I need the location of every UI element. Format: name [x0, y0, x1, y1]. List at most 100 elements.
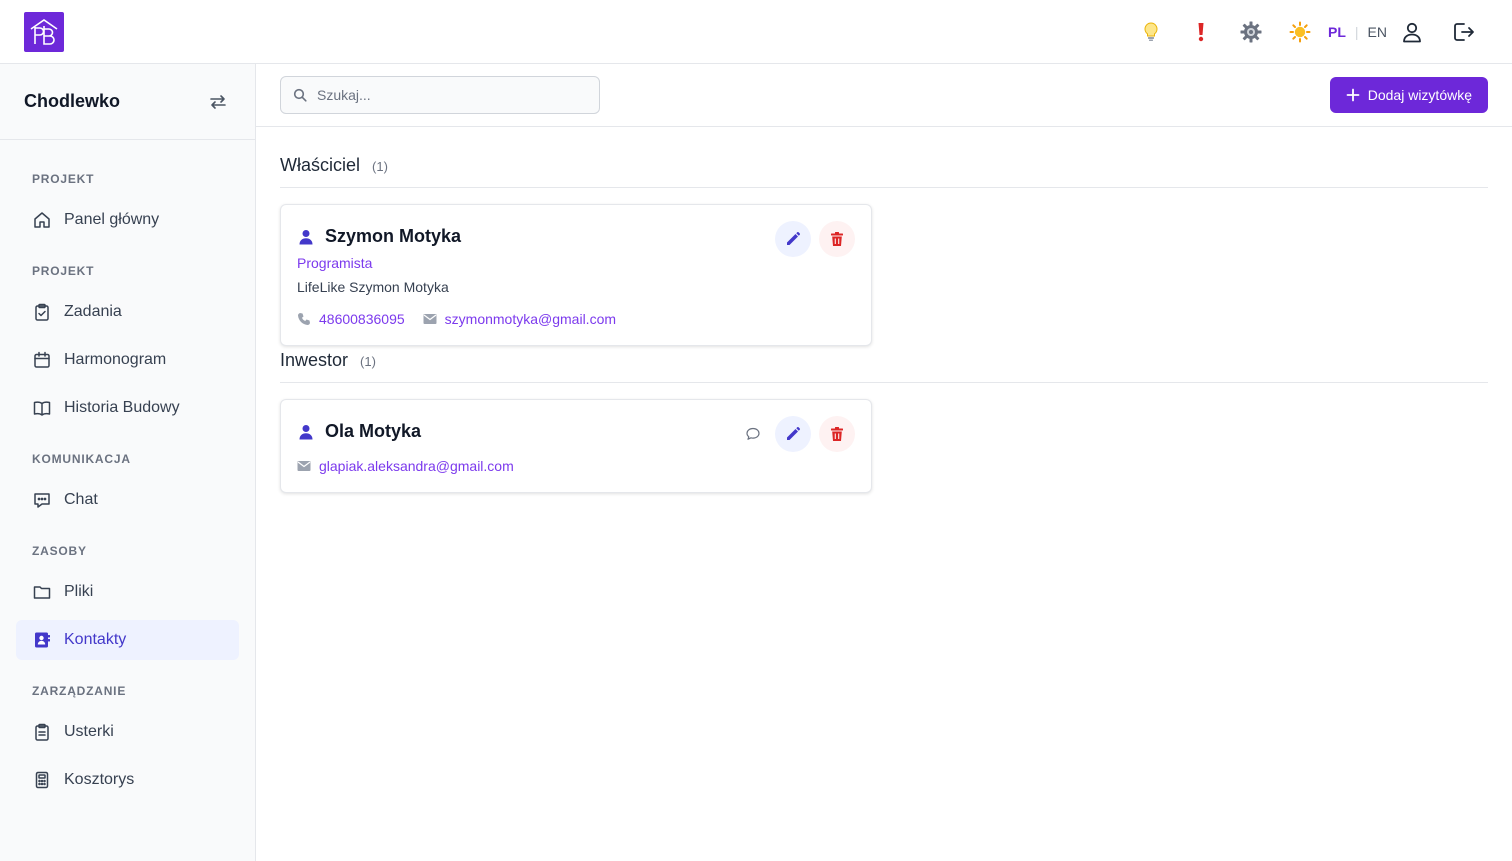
sun-icon — [1289, 21, 1311, 43]
search-icon — [293, 88, 307, 102]
trash-icon — [831, 232, 843, 246]
calendar-icon — [32, 350, 52, 370]
contact-name: Szymon Motyka — [325, 226, 462, 246]
contact-name-row: Szymon Motyka — [297, 226, 461, 247]
group-count: (1) — [372, 159, 388, 174]
language-switch: PL | EN — [1328, 22, 1387, 42]
sidebar-item-label: Historia Budowy — [64, 399, 180, 416]
logout-button[interactable] — [1448, 16, 1480, 48]
pencil-icon — [787, 427, 800, 440]
chat-bubble-icon — [746, 427, 760, 440]
sidebar-item-label: Zadania — [64, 303, 122, 320]
envelope-icon — [297, 461, 311, 471]
switch-project-button[interactable] — [209, 93, 227, 111]
project-header: Chodlewko — [0, 64, 255, 140]
address-book-icon — [32, 630, 52, 650]
contacts-toolbar: Dodaj wizytówkę — [256, 64, 1512, 127]
clipboard-list-icon — [32, 722, 52, 742]
person-icon — [299, 229, 313, 244]
section-label-zasoby: ZASOBY — [32, 544, 87, 558]
sidebar-item-label: Panel główny — [64, 211, 160, 228]
section-label-zarzadzanie: ZARZĄDZANIE — [32, 684, 127, 698]
sidebar-item-label: Pliki — [64, 583, 94, 600]
lang-pl-option[interactable]: PL — [1328, 22, 1346, 42]
sidebar-item-label: Kontakty — [64, 631, 127, 648]
logout-icon — [1454, 23, 1474, 41]
contact-email-link[interactable]: glapiak.aleksandra@gmail.com — [319, 458, 514, 474]
add-card-label: Dodaj wizytówkę — [1367, 87, 1472, 103]
sidebar-item-chat[interactable]: Chat — [16, 480, 239, 520]
sidebar-item-label: Kosztorys — [64, 771, 135, 788]
contact-role: Programista — [297, 255, 373, 271]
app-logo[interactable] — [24, 12, 64, 52]
envelope-icon — [423, 314, 437, 324]
contact-details: 48600836095 szymonmotyka@gmail.com — [297, 311, 616, 327]
contact-card: Szymon Motyka Programista LifeLike Szymo… — [280, 204, 872, 346]
folder-icon — [32, 582, 52, 602]
tips-button[interactable] — [1135, 16, 1167, 48]
trash-icon — [831, 427, 843, 441]
lang-separator: | — [1354, 24, 1359, 40]
group-header-inwestor: Inwestor (1) — [280, 350, 1488, 383]
email-entry: szymonmotyka@gmail.com — [423, 311, 616, 327]
calculator-icon — [32, 770, 52, 790]
logo-icon — [30, 19, 58, 45]
contact-name: Ola Motyka — [325, 421, 422, 441]
phone-icon — [298, 313, 310, 325]
exclamation-icon — [1198, 23, 1204, 42]
sidebar-item-label: Usterki — [64, 723, 114, 740]
sidebar-item-label: Harmonogram — [64, 351, 167, 368]
switch-arrows-icon — [210, 94, 226, 109]
settings-button[interactable] — [1235, 16, 1267, 48]
home-icon — [32, 210, 52, 230]
profile-button[interactable] — [1396, 16, 1428, 48]
book-open-icon — [32, 398, 52, 418]
group-title: Inwestor — [280, 350, 349, 370]
sidebar-item-kosztorys[interactable]: Kosztorys — [16, 760, 239, 800]
search-box[interactable] — [280, 76, 600, 114]
email-entry: glapiak.aleksandra@gmail.com — [297, 458, 514, 474]
edit-contact-button[interactable] — [775, 221, 811, 257]
gear-icon — [1240, 21, 1262, 43]
edit-contact-button[interactable] — [775, 416, 811, 452]
lang-en-option[interactable]: EN — [1368, 22, 1387, 42]
delete-contact-button[interactable] — [819, 221, 855, 257]
contact-card: Ola Motyka glapiak.aleksandra@gmail.com — [280, 399, 872, 493]
lightbulb-icon — [1144, 22, 1158, 41]
sidebar-item-kontakty[interactable]: Kontakty — [16, 620, 239, 660]
contact-company: LifeLike Szymon Motyka — [297, 279, 449, 295]
search-input[interactable] — [317, 87, 587, 103]
alerts-button[interactable] — [1185, 16, 1217, 48]
contact-name-row: Ola Motyka — [297, 421, 421, 442]
group-header-wlasciciel: Właściciel (1) — [280, 155, 1488, 188]
group-title: Właściciel — [280, 155, 361, 175]
sidebar-item-usterki[interactable]: Usterki — [16, 712, 239, 752]
section-label-projekt-2: PROJEKT — [32, 264, 95, 278]
chat-bubble-icon — [32, 490, 52, 510]
sidebar: Chodlewko PROJEKT Panel główny PROJEKT Z… — [0, 64, 256, 861]
message-contact-button[interactable] — [745, 426, 761, 442]
add-card-button[interactable]: Dodaj wizytówkę — [1329, 77, 1488, 113]
sidebar-item-historia[interactable]: Historia Budowy — [16, 388, 239, 428]
clipboard-check-icon — [32, 302, 52, 322]
phone-entry: 48600836095 — [297, 311, 405, 327]
top-bar: PL | EN — [0, 0, 1512, 64]
contact-phone-link[interactable]: 48600836095 — [319, 311, 405, 327]
theme-toggle[interactable] — [1284, 16, 1316, 48]
section-label-komunikacja: KOMUNIKACJA — [32, 452, 131, 466]
plus-icon — [1346, 88, 1360, 102]
contact-email-link[interactable]: szymonmotyka@gmail.com — [445, 311, 616, 327]
pencil-icon — [787, 232, 800, 245]
person-icon — [299, 424, 313, 439]
user-icon — [1403, 22, 1421, 43]
section-label-projekt: PROJEKT — [32, 172, 95, 186]
contact-details: glapiak.aleksandra@gmail.com — [297, 458, 514, 474]
sidebar-item-zadania[interactable]: Zadania — [16, 292, 239, 332]
sidebar-item-pliki[interactable]: Pliki — [16, 572, 239, 612]
group-count: (1) — [360, 354, 376, 369]
sidebar-item-harmonogram[interactable]: Harmonogram — [16, 340, 239, 380]
delete-contact-button[interactable] — [819, 416, 855, 452]
sidebar-item-label: Chat — [64, 491, 98, 508]
sidebar-item-panel[interactable]: Panel główny — [16, 200, 239, 240]
project-name: Chodlewko — [24, 91, 121, 111]
